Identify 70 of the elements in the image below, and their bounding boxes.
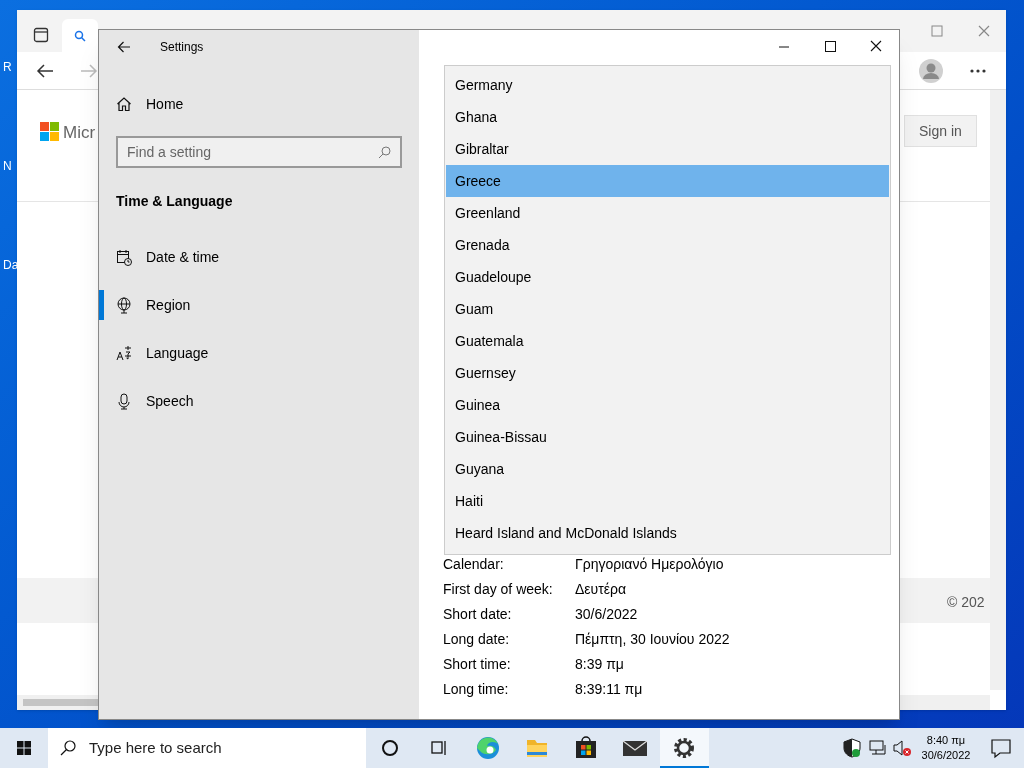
country-option[interactable]: Germany [446, 69, 889, 101]
country-option[interactable]: Greece [446, 165, 889, 197]
format-label: First day of week: [443, 580, 554, 599]
country-option[interactable]: Haiti [446, 485, 889, 517]
taskbar-search-input[interactable]: Type here to search [89, 736, 354, 760]
close-icon[interactable] [978, 25, 990, 37]
search-icon [74, 29, 86, 42]
country-option[interactable]: Guinea-Bissau [446, 421, 889, 453]
more-icon[interactable] [970, 69, 986, 73]
copyright-text: © 202 [947, 593, 985, 612]
clock-date: 30/6/2022 [921, 748, 971, 763]
shield-icon[interactable] [842, 738, 862, 758]
format-value: 8:39:11 πμ [575, 680, 643, 699]
gear-icon[interactable] [660, 728, 709, 768]
desktop-icon-label[interactable]: Da [3, 256, 19, 274]
desktop-icon-label[interactable]: R [3, 58, 12, 76]
country-option[interactable]: Greenland [446, 197, 889, 229]
country-option[interactable]: Grenada [446, 229, 889, 261]
format-value: Γρηγοριανό Ημερολόγιο [575, 555, 724, 574]
format-label: Short date: [443, 605, 513, 624]
country-option[interactable]: Guam [446, 293, 889, 325]
scrollbar-thumb[interactable] [23, 699, 98, 706]
country-option[interactable]: Guernsey [446, 357, 889, 389]
microphone-icon [116, 392, 132, 410]
globe-icon [116, 296, 132, 314]
country-option[interactable]: Gibraltar [446, 133, 889, 165]
home-icon [116, 96, 132, 112]
window-title: Settings [160, 39, 204, 56]
clock-time: 8:40 πμ [926, 733, 966, 748]
format-value: 8:39 πμ [575, 655, 624, 674]
format-value: 30/6/2022 [575, 605, 638, 624]
network-icon[interactable] [868, 739, 888, 757]
country-option[interactable]: Guinea [446, 389, 889, 421]
nav-item[interactable]: Language [99, 338, 419, 368]
clock[interactable]: 8:40 πμ 30/6/2022 [918, 733, 974, 763]
back-arrow-icon[interactable] [36, 64, 54, 78]
vertical-scrollbar[interactable] [990, 90, 1006, 690]
country-option[interactable]: Guadeloupe [446, 261, 889, 293]
muted-speaker-icon[interactable] [892, 739, 912, 757]
back-arrow-icon[interactable] [117, 41, 131, 53]
tab-actions-icon[interactable] [33, 27, 49, 43]
search-icon [378, 145, 391, 159]
browser-tab[interactable] [62, 19, 98, 52]
format-label: Calendar: [443, 555, 505, 574]
search-field[interactable]: Find a setting [116, 136, 402, 168]
desktop-icon-label[interactable]: N [3, 157, 12, 175]
format-label: Long date: [443, 630, 511, 649]
horizontal-scrollbar[interactable] [17, 695, 98, 710]
format-value: Δευτέρα [575, 580, 627, 599]
section-heading: Time & Language [116, 192, 234, 211]
calendar-clock-icon [116, 248, 132, 266]
format-label: Long time: [443, 680, 510, 699]
home-nav-item[interactable]: Home [99, 89, 419, 119]
nav-item[interactable]: Speech [99, 386, 419, 416]
country-option[interactable]: Ghana [446, 101, 889, 133]
country-option[interactable]: Heard Island and McDonald Islands [446, 517, 889, 549]
taskbar-search-field[interactable]: Type here to search [48, 728, 366, 768]
brand-name: Micr [63, 122, 96, 144]
search-input[interactable]: Find a setting [127, 141, 378, 163]
format-value: Πέμπτη, 30 Ιουνίου 2022 [575, 630, 730, 649]
avatar-icon[interactable] [919, 59, 943, 83]
language-icon [116, 344, 132, 362]
sign-in-button[interactable]: Sign in [904, 115, 977, 147]
nav-item[interactable]: Date & time [99, 242, 419, 272]
country-option[interactable]: Guyana [446, 453, 889, 485]
search-icon [60, 740, 76, 756]
country-dropdown-list[interactable]: Germany Ghana Gibraltar Greece Greenland Grenada Guadeloupe Guam Guatemala Guernsey Guinea Guinea-Bissau Guyana Haiti Heard Island and McDonald Islands [444, 65, 891, 555]
country-option[interactable]: Guatemala [446, 325, 889, 357]
format-label: Short time: [443, 655, 512, 674]
scrollbar-track[interactable] [899, 695, 990, 710]
